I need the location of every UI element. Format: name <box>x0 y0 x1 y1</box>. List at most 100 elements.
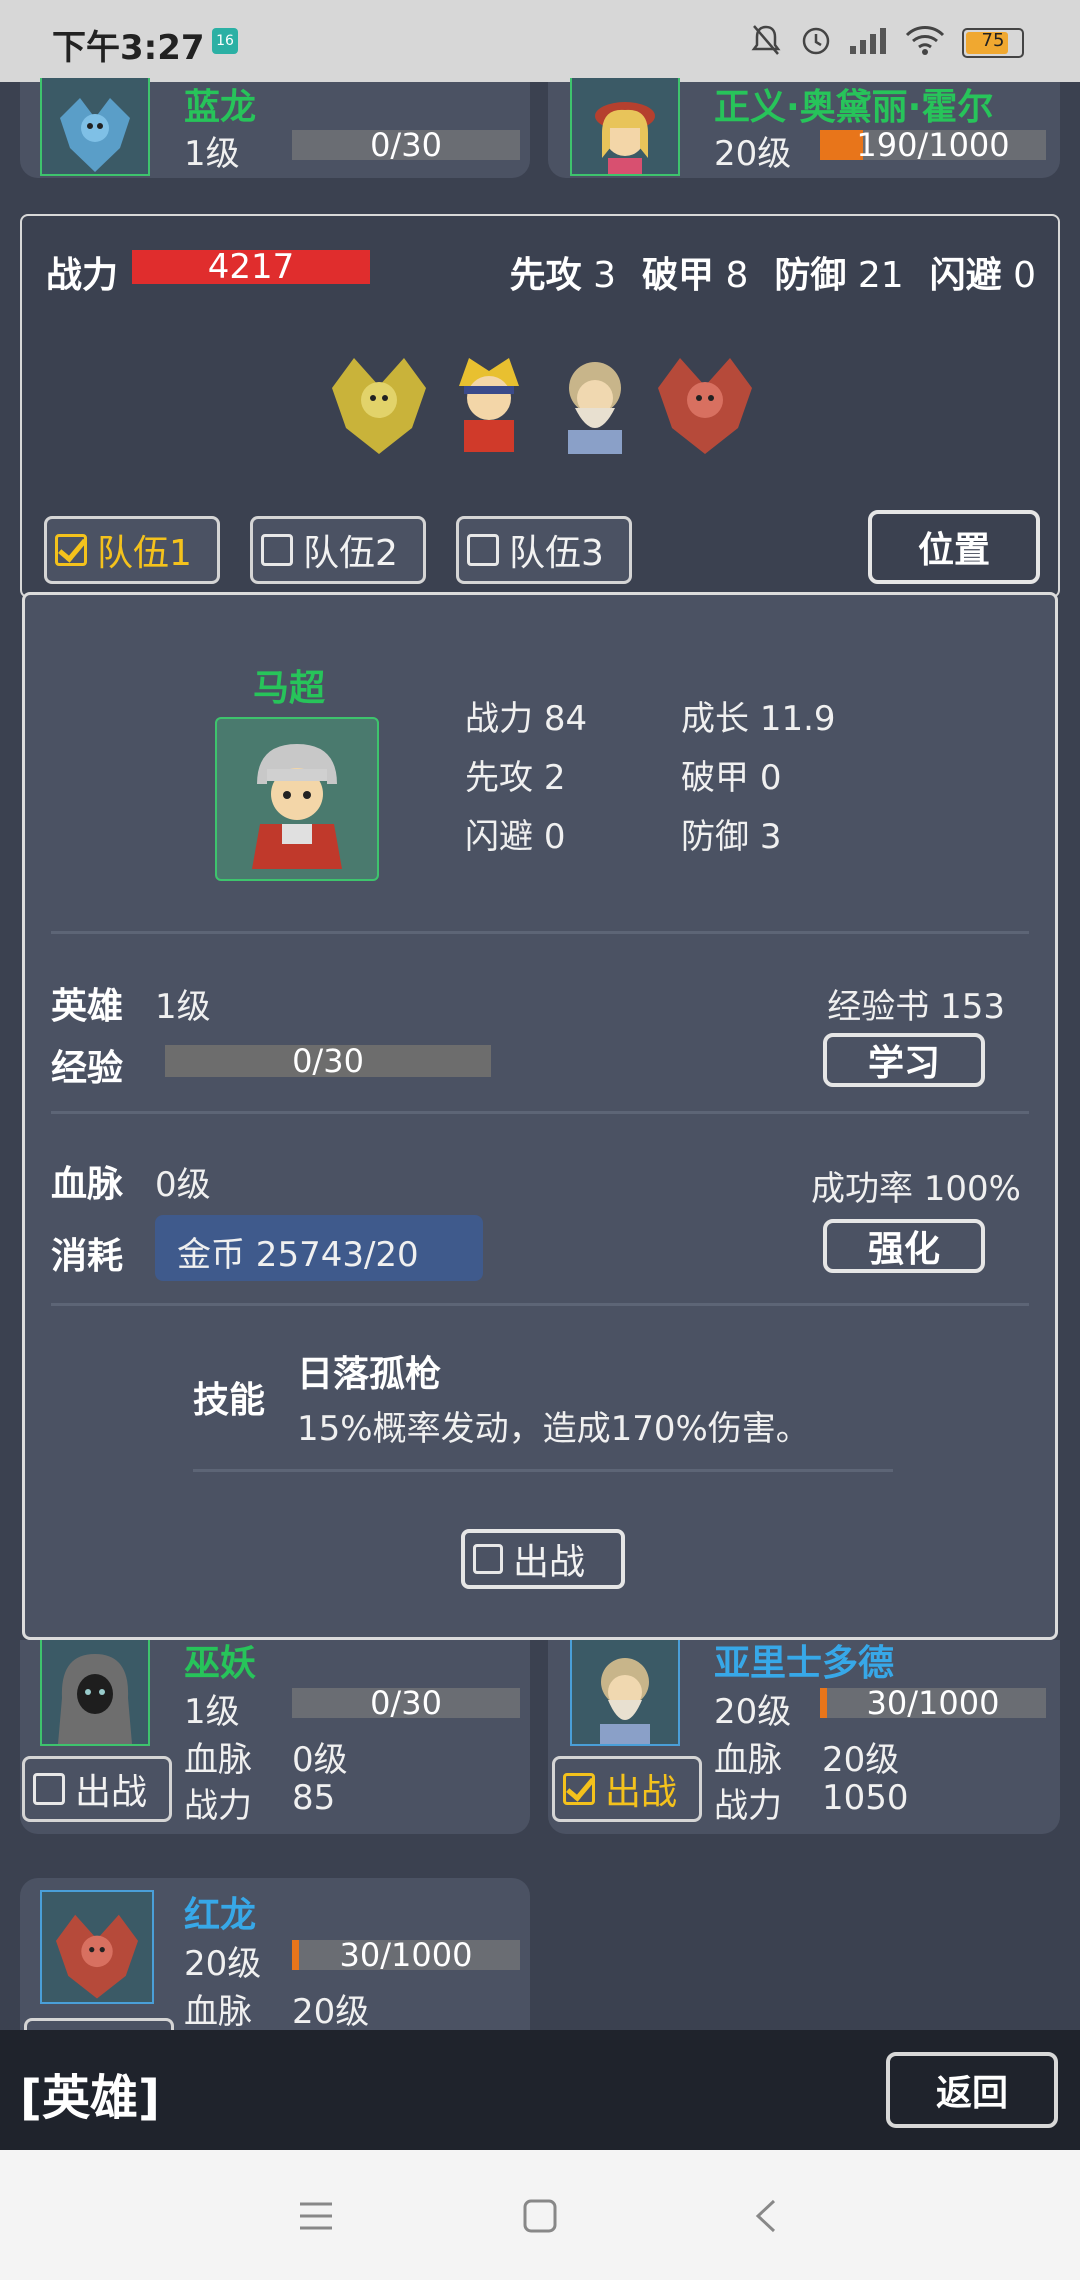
hero-detail-dialog: 马超 战力 84 成长 11.9 先攻 2 破甲 0 闪避 0 防御 3 英雄 … <box>22 592 1058 1640</box>
checkbox-icon <box>467 534 499 566</box>
hero-exp-text: 30/1000 <box>339 1936 473 1974</box>
hero-exp-text: 190/1000 <box>856 126 1010 164</box>
ninja-hero-icon <box>459 358 519 452</box>
hero-name: 巫妖 <box>184 1643 257 1684</box>
hero-level: 20级 <box>714 134 792 174</box>
bottom-bar: [英雄] 返回 <box>0 2030 1080 2150</box>
aristotle-icon <box>568 362 622 454</box>
hero-name: 红龙 <box>184 1895 257 1936</box>
team-stat: 闪避 0 <box>929 255 1036 296</box>
hero-card-aristotle[interactable]: 亚里士多德 20级 30/1000 血脉 20级 战力 1050 出战 <box>548 1640 1060 1834</box>
deploy-toggle-partial[interactable] <box>24 2018 174 2030</box>
detail-stat: 先攻 2 <box>465 758 566 798</box>
team-3-toggle[interactable]: 队伍3 <box>456 516 632 584</box>
hero-exp-text: 0/30 <box>370 1684 442 1722</box>
back-button[interactable]: 返回 <box>886 2052 1058 2128</box>
system-nav-bar <box>0 2150 1080 2280</box>
back-nav-icon[interactable] <box>752 2198 780 2234</box>
hero-power-value: 85 <box>292 1778 336 1818</box>
hero-level: 20级 <box>184 1944 262 1984</box>
hero-blood-level: 20级 <box>292 1992 370 2030</box>
checkbox-checked-icon <box>55 534 87 566</box>
screen-title: [英雄] <box>20 2070 160 2126</box>
hero-blood-level: 20级 <box>822 1740 900 1780</box>
hero-blood-label: 血脉 <box>714 1740 782 1780</box>
team-2-toggle[interactable]: 队伍2 <box>250 516 426 584</box>
hero-blood-label: 血脉 <box>184 1740 252 1780</box>
team-panel: 战力 4217 先攻 3 破甲 8 防御 21 闪避 0 队伍1 队伍2 队伍3… <box>20 214 1060 598</box>
skill-description: 15%概率发动，造成170%伤害。 <box>297 1409 810 1449</box>
team-1-toggle[interactable]: 队伍1 <box>44 516 220 584</box>
hero-level: 1级 <box>184 134 240 174</box>
signal-icon <box>850 28 886 54</box>
status-bar: 下午3:27 16 75 <box>0 0 1080 82</box>
yellow-dragon-icon <box>332 358 426 454</box>
hero-exp-text: 30/1000 <box>866 1684 1000 1722</box>
exp-label: 经验 <box>51 1048 124 1089</box>
detail-deploy-toggle[interactable]: 出战 <box>461 1529 625 1589</box>
checkbox-checked-icon <box>563 1773 595 1805</box>
red-dragon-avatar-icon <box>55 1914 139 1999</box>
gold-cost-chip: 金币 25743/20 <box>155 1215 483 1281</box>
team-stat: 先攻 3 <box>509 255 616 296</box>
detail-stat: 战力 84 <box>465 699 588 739</box>
hero-name: 亚里士多德 <box>714 1643 895 1684</box>
wifi-icon <box>905 26 945 55</box>
checkbox-icon <box>261 534 293 566</box>
hero-portrait <box>40 1890 154 2004</box>
hero-blood-level: 0级 <box>292 1740 348 1780</box>
hero-exp-bar: 0/30 <box>292 1684 520 1722</box>
divider <box>51 931 1029 934</box>
hero-power-label: 战力 <box>184 1786 252 1826</box>
mute-bell-icon <box>751 25 781 55</box>
hero-exp-bar: 30/1000 <box>292 1936 520 1974</box>
lich-avatar-icon <box>58 1654 132 1744</box>
team-stat: 破甲 8 <box>641 255 749 296</box>
team-2-label: 队伍2 <box>303 533 398 574</box>
divider <box>51 1111 1029 1114</box>
hero-name: 正义·奥黛丽·霍尔 <box>714 87 994 128</box>
position-button[interactable]: 位置 <box>868 510 1040 584</box>
aristotle-avatar-icon <box>600 1658 650 1744</box>
deploy-label: 出战 <box>75 1772 148 1813</box>
enhance-button[interactable]: 强化 <box>823 1219 985 1273</box>
hero-level: 20级 <box>714 1692 792 1732</box>
skill-name: 日落孤枪 <box>297 1354 442 1395</box>
hero-exp-bar: 190/1000 <box>820 126 1046 164</box>
checkbox-icon <box>473 1544 503 1574</box>
hero-portrait <box>40 78 150 176</box>
detail-stats: 战力 84 成长 11.9 先攻 2 破甲 0 闪避 0 防御 3 <box>465 691 921 858</box>
deploy-toggle[interactable]: 出战 <box>22 1756 172 1822</box>
detail-stat: 防御 3 <box>681 817 782 857</box>
team-power-label: 战力 <box>46 255 119 296</box>
detail-exp-bar: 0/30 <box>165 1042 491 1080</box>
detail-deploy-label: 出战 <box>513 1542 586 1583</box>
detail-stat: 成长 11.9 <box>681 699 836 739</box>
notification-icon: 16 <box>212 28 238 54</box>
hero-card-red-dragon[interactable]: 红龙 20级 30/1000 血脉 20级 <box>20 1878 530 2030</box>
hero-card-lich[interactable]: 巫妖 1级 0/30 血脉 0级 战力 85 出战 <box>20 1640 530 1834</box>
hero-blood-label: 血脉 <box>184 1992 252 2030</box>
menu-icon[interactable] <box>298 2200 334 2232</box>
battery-level: 75 <box>981 30 1005 51</box>
hero-card-blue-dragon[interactable]: 蓝龙 1级 0/30 <box>20 78 530 178</box>
hero-portrait <box>570 78 680 176</box>
audrey-avatar-icon <box>595 102 655 174</box>
learn-button[interactable]: 学习 <box>823 1033 985 1087</box>
deploy-label: 出战 <box>605 1772 678 1813</box>
hero-exp-bar: 30/1000 <box>820 1684 1046 1722</box>
team-stat: 防御 21 <box>774 255 904 296</box>
detail-stat: 闪避 0 <box>465 817 566 857</box>
deploy-toggle[interactable]: 出战 <box>552 1756 702 1822</box>
gold-cost-value: 金币 25743/20 <box>177 1235 419 1275</box>
detail-hero-portrait <box>215 717 379 881</box>
blue-dragon-icon <box>60 98 130 172</box>
checkbox-icon <box>33 1773 65 1805</box>
cost-label: 消耗 <box>51 1236 124 1277</box>
hero-power-label: 战力 <box>714 1786 782 1826</box>
blood-level-value: 0级 <box>155 1165 211 1205</box>
hero-exp-bar: 0/30 <box>292 126 520 164</box>
hero-card-audrey[interactable]: 正义·奥黛丽·霍尔 20级 190/1000 <box>548 78 1060 178</box>
home-icon[interactable] <box>522 2198 558 2234</box>
team-power-value: 4217 <box>207 247 295 287</box>
